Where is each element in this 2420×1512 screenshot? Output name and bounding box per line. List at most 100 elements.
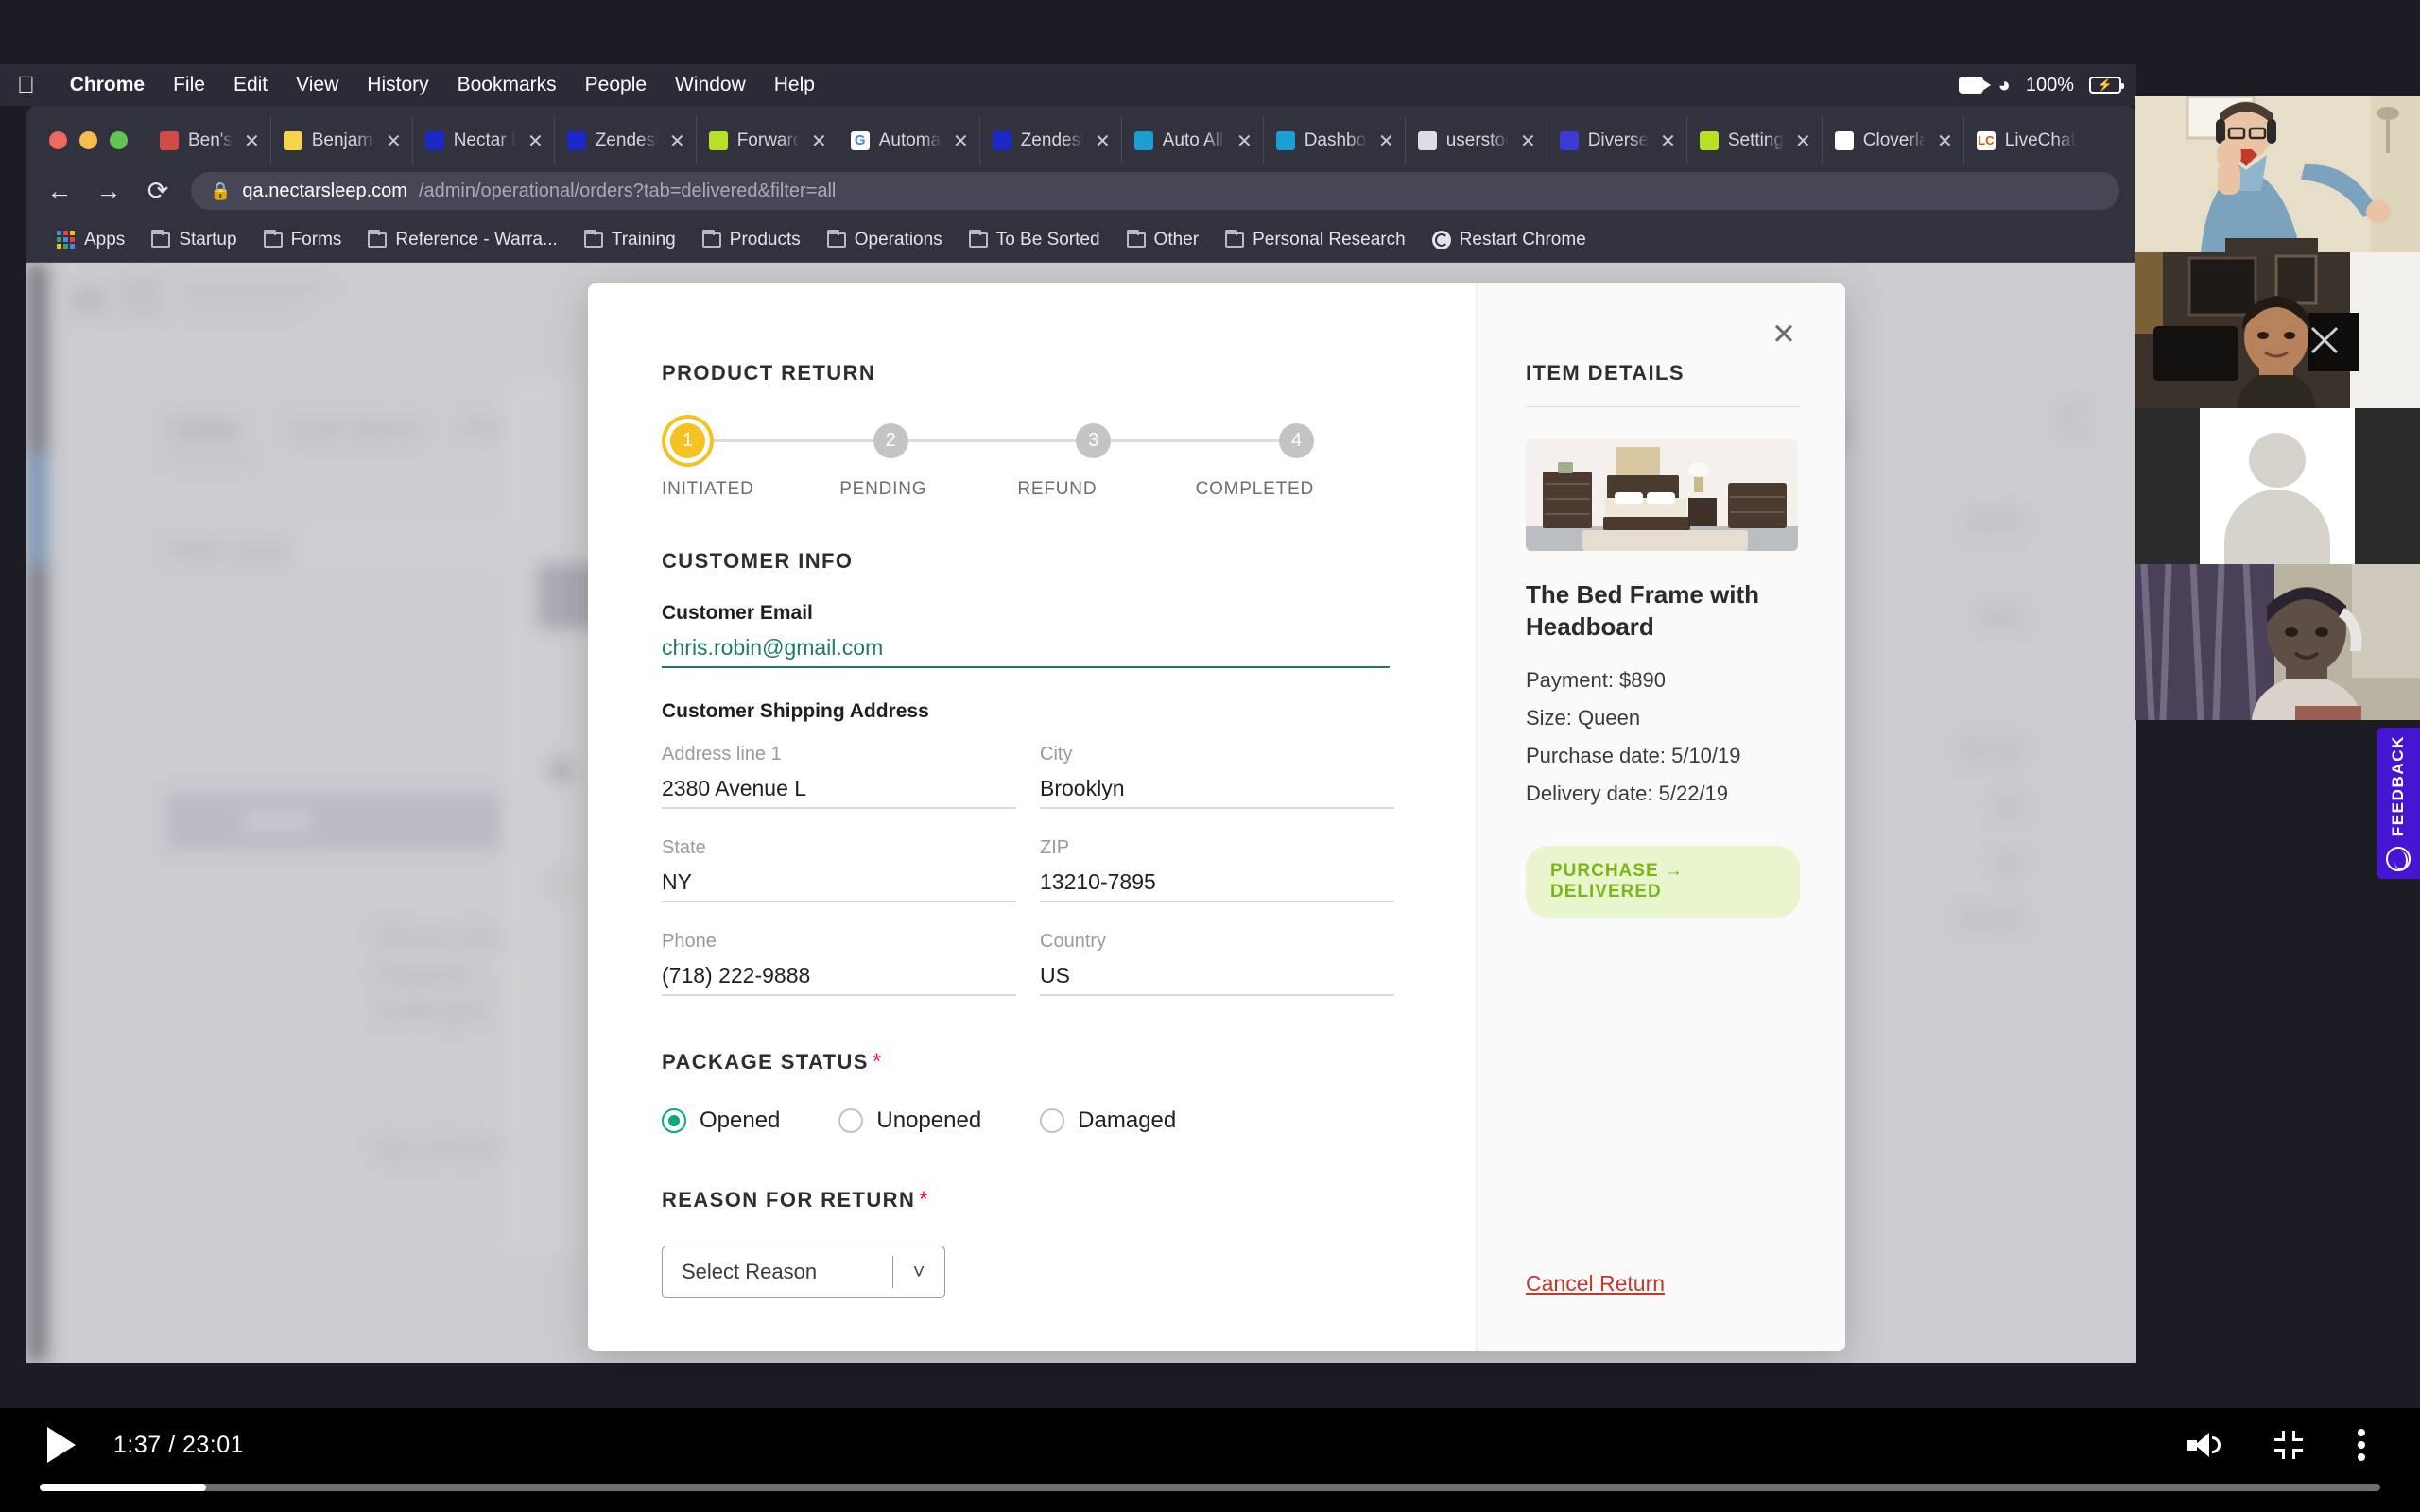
bookmark-products[interactable]: Products <box>689 229 814 250</box>
radio-option-opened[interactable]: Opened <box>662 1108 780 1134</box>
browser-tab[interactable]: Auto Allo ✕ <box>1120 117 1263 164</box>
tab-close-icon[interactable]: ✕ <box>386 129 402 153</box>
state-input[interactable]: NY <box>662 859 1016 902</box>
bookmark-operations[interactable]: Operations <box>814 229 956 250</box>
city-input[interactable]: Brooklyn <box>1040 765 1394 809</box>
zendesk-icon <box>992 131 1011 150</box>
tab-close-icon[interactable]: ✕ <box>1520 129 1536 153</box>
cancel-return-link[interactable]: Cancel Return <box>1526 1271 1665 1297</box>
tab-close-icon[interactable]: ✕ <box>1660 129 1676 153</box>
close-icon[interactable]: ✕ <box>1762 312 1806 355</box>
radio-option-damaged[interactable]: Damaged <box>1040 1108 1176 1134</box>
apple-icon[interactable]:  <box>17 73 35 97</box>
bookmark-label: Reference - Warra... <box>395 229 558 249</box>
bookmark-reference[interactable]: Reference - Warra... <box>354 229 570 250</box>
bookmark-to-be-sorted[interactable]: To Be Sorted <box>956 229 1114 250</box>
menu-window[interactable]: Window <box>661 74 760 96</box>
browser-tab[interactable]: Zendesk ✕ <box>978 117 1121 164</box>
tab-close-icon[interactable]: ✕ <box>1378 129 1394 153</box>
step-node-3[interactable]: 3 <box>1076 423 1112 458</box>
participant-tile-4[interactable] <box>2135 564 2420 720</box>
tab-close-icon[interactable]: ✕ <box>1236 129 1253 153</box>
menu-chrome[interactable]: Chrome <box>56 74 159 96</box>
bookmark-other[interactable]: Other <box>1114 229 1213 250</box>
address-bar[interactable]: 🔒 qa.nectarsleep.com /admin/operational/… <box>191 172 2119 210</box>
menu-people[interactable]: People <box>571 74 661 96</box>
feedback-tab[interactable]: FEEDBACK <box>2377 728 2420 879</box>
bookmark-forms[interactable]: Forms <box>251 229 355 250</box>
menu-edit[interactable]: Edit <box>219 74 282 96</box>
browser-tab[interactable]: Benjamin ✕ <box>269 117 412 164</box>
participant-tile-2[interactable] <box>2135 252 2420 408</box>
browser-tab[interactable]: Dashboa ✕ <box>1262 117 1405 164</box>
chevron-down-icon[interactable]: ˅ <box>893 1260 944 1284</box>
bookmark-training[interactable]: Training <box>571 229 689 250</box>
radio-icon-selected[interactable] <box>662 1108 686 1133</box>
phone-input[interactable]: (718) 222-9888 <box>662 953 1016 996</box>
bookmark-restart-chrome[interactable]: Restart Chrome <box>1419 230 1599 250</box>
radio-label: Damaged <box>1078 1108 1177 1133</box>
exit-fullscreen-icon[interactable] <box>2274 1431 2303 1459</box>
browser-tab[interactable]: Nectar B ✕ <box>411 117 554 164</box>
tab-close-icon[interactable]: ✕ <box>669 129 685 153</box>
step-label-initiated: INITIATED <box>662 479 754 499</box>
volume-icon[interactable] <box>2187 1433 2221 1457</box>
step-node-1[interactable]: 1 <box>670 423 705 458</box>
menu-help[interactable]: Help <box>760 74 829 96</box>
browser-tab[interactable]: Diverse ✕ <box>1546 117 1686 164</box>
menu-view[interactable]: View <box>282 74 353 96</box>
tab-close-icon[interactable]: ✕ <box>1795 129 1811 153</box>
omnibox-row: ← → ⟳ 🔒 qa.nectarsleep.com /admin/operat… <box>26 164 2136 217</box>
radio-icon[interactable] <box>838 1108 864 1133</box>
tab-close-icon[interactable]: ✕ <box>527 129 544 153</box>
tab-close-icon[interactable]: ✕ <box>1095 129 1111 153</box>
reload-button[interactable]: ⟳ <box>142 177 174 206</box>
participant-tile-3-placeholder[interactable] <box>2135 408 2420 564</box>
browser-tab[interactable]: Cloverlan ✕ <box>1821 117 1963 164</box>
country-input[interactable]: US <box>1040 953 1394 996</box>
menu-file[interactable]: File <box>159 74 219 96</box>
zip-input[interactable]: 13210-7895 <box>1040 859 1394 902</box>
browser-tab[interactable]: Ben's ✕ <box>147 117 270 164</box>
browser-tab[interactable]: G Automati ✕ <box>837 117 979 164</box>
video-camera-icon[interactable] <box>1958 77 1991 94</box>
radio-option-unopened[interactable]: Unopened <box>838 1108 981 1134</box>
menu-history[interactable]: History <box>353 74 442 96</box>
bookmark-personal-research[interactable]: Personal Research <box>1212 229 1419 250</box>
play-icon[interactable] <box>40 1423 83 1467</box>
browser-tab[interactable]: Setting ✕ <box>1685 117 1822 164</box>
browser-tab[interactable]: Forwardi ✕ <box>695 117 838 164</box>
progress-bar[interactable] <box>40 1484 2380 1491</box>
field-label: State <box>662 837 706 858</box>
participant-tile-1[interactable] <box>2135 96 2420 252</box>
browser-tab[interactable]: LC LiveChat <box>1962 117 2086 164</box>
minimize-window-button[interactable] <box>79 131 97 149</box>
feedback-label: FEEDBACK <box>2389 735 2407 837</box>
bookmark-startup[interactable]: Startup <box>138 229 250 250</box>
battery-charging-icon[interactable]: ⚡ <box>2089 77 2124 94</box>
wifi-icon[interactable]: ◕ <box>1998 75 2011 95</box>
tab-close-icon[interactable]: ✕ <box>1937 129 1953 153</box>
google-icon: G <box>850 131 870 150</box>
meta-purchase-date: Purchase date: 5/10/19 <box>1526 743 1741 767</box>
radio-label: Unopened <box>876 1108 982 1133</box>
customer-email-input[interactable]: chris.robin@gmail.com <box>662 625 1390 668</box>
step-node-4[interactable]: 4 <box>1279 423 1315 458</box>
address-line-1-input[interactable]: 2380 Avenue L <box>662 765 1016 809</box>
maximize-window-button[interactable] <box>110 131 128 149</box>
step-node-2[interactable]: 2 <box>873 423 908 458</box>
kebab-menu-icon[interactable] <box>2358 1429 2365 1461</box>
menu-bookmarks[interactable]: Bookmarks <box>443 74 571 96</box>
forward-button[interactable]: → <box>93 177 125 206</box>
tab-close-icon[interactable]: ✕ <box>811 129 827 153</box>
close-window-button[interactable] <box>49 131 67 149</box>
browser-tab[interactable]: Zendesk ✕ <box>553 117 696 164</box>
radio-icon[interactable] <box>1040 1108 1065 1133</box>
back-button[interactable]: ← <box>43 177 76 206</box>
tab-close-icon[interactable]: ✕ <box>953 129 969 153</box>
tab-close-icon[interactable]: ✕ <box>244 129 260 153</box>
browser-tab[interactable]: userstoc ✕ <box>1404 117 1547 164</box>
bookmark-apps[interactable]: Apps <box>43 230 138 250</box>
modal-main-column: PRODUCT RETURN 1 2 3 4 INITIATED PENDING <box>588 284 1476 1351</box>
reason-select-dropdown[interactable]: Select Reason ˅ <box>662 1246 945 1298</box>
